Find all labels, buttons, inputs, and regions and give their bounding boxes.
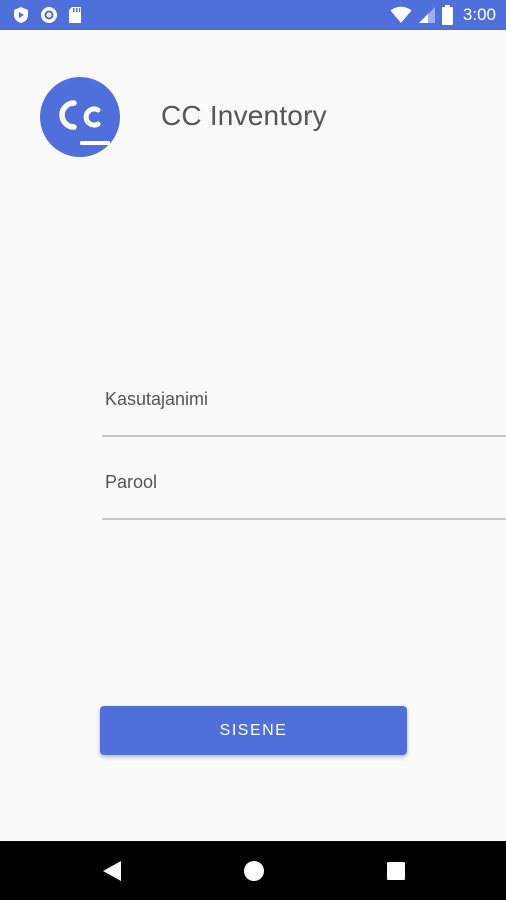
recents-icon[interactable]	[387, 862, 405, 880]
home-icon[interactable]	[244, 861, 264, 881]
wifi-icon	[390, 6, 412, 23]
login-button-label: SISENE	[219, 721, 288, 739]
login-button[interactable]: SISENE	[100, 706, 407, 755]
password-field[interactable]: Parool	[102, 470, 506, 520]
status-bar: 3:00	[0, 0, 506, 30]
status-notification-icons	[12, 5, 82, 25]
username-underline	[102, 435, 506, 437]
username-label: Kasutajanimi	[105, 389, 209, 409]
username-field[interactable]: Kasutajanimi	[102, 387, 506, 437]
sd-card-icon	[69, 7, 81, 23]
app-title: CC Inventory	[161, 100, 327, 131]
password-label: Parool	[105, 472, 158, 492]
cell-signal-icon	[418, 7, 435, 23]
app-logo	[40, 77, 120, 157]
back-icon[interactable]	[101, 860, 123, 882]
sync-circle-icon	[41, 7, 57, 23]
play-protect-icon	[14, 7, 28, 23]
status-system-icons: 3:00	[390, 4, 496, 26]
navigation-bar	[0, 841, 506, 900]
login-screen: 3:00 CC Inventory Kasutajanimi Parool SI…	[0, 0, 506, 900]
battery-icon	[441, 5, 453, 25]
password-underline	[102, 518, 506, 520]
status-time: 3:00	[462, 5, 496, 24]
